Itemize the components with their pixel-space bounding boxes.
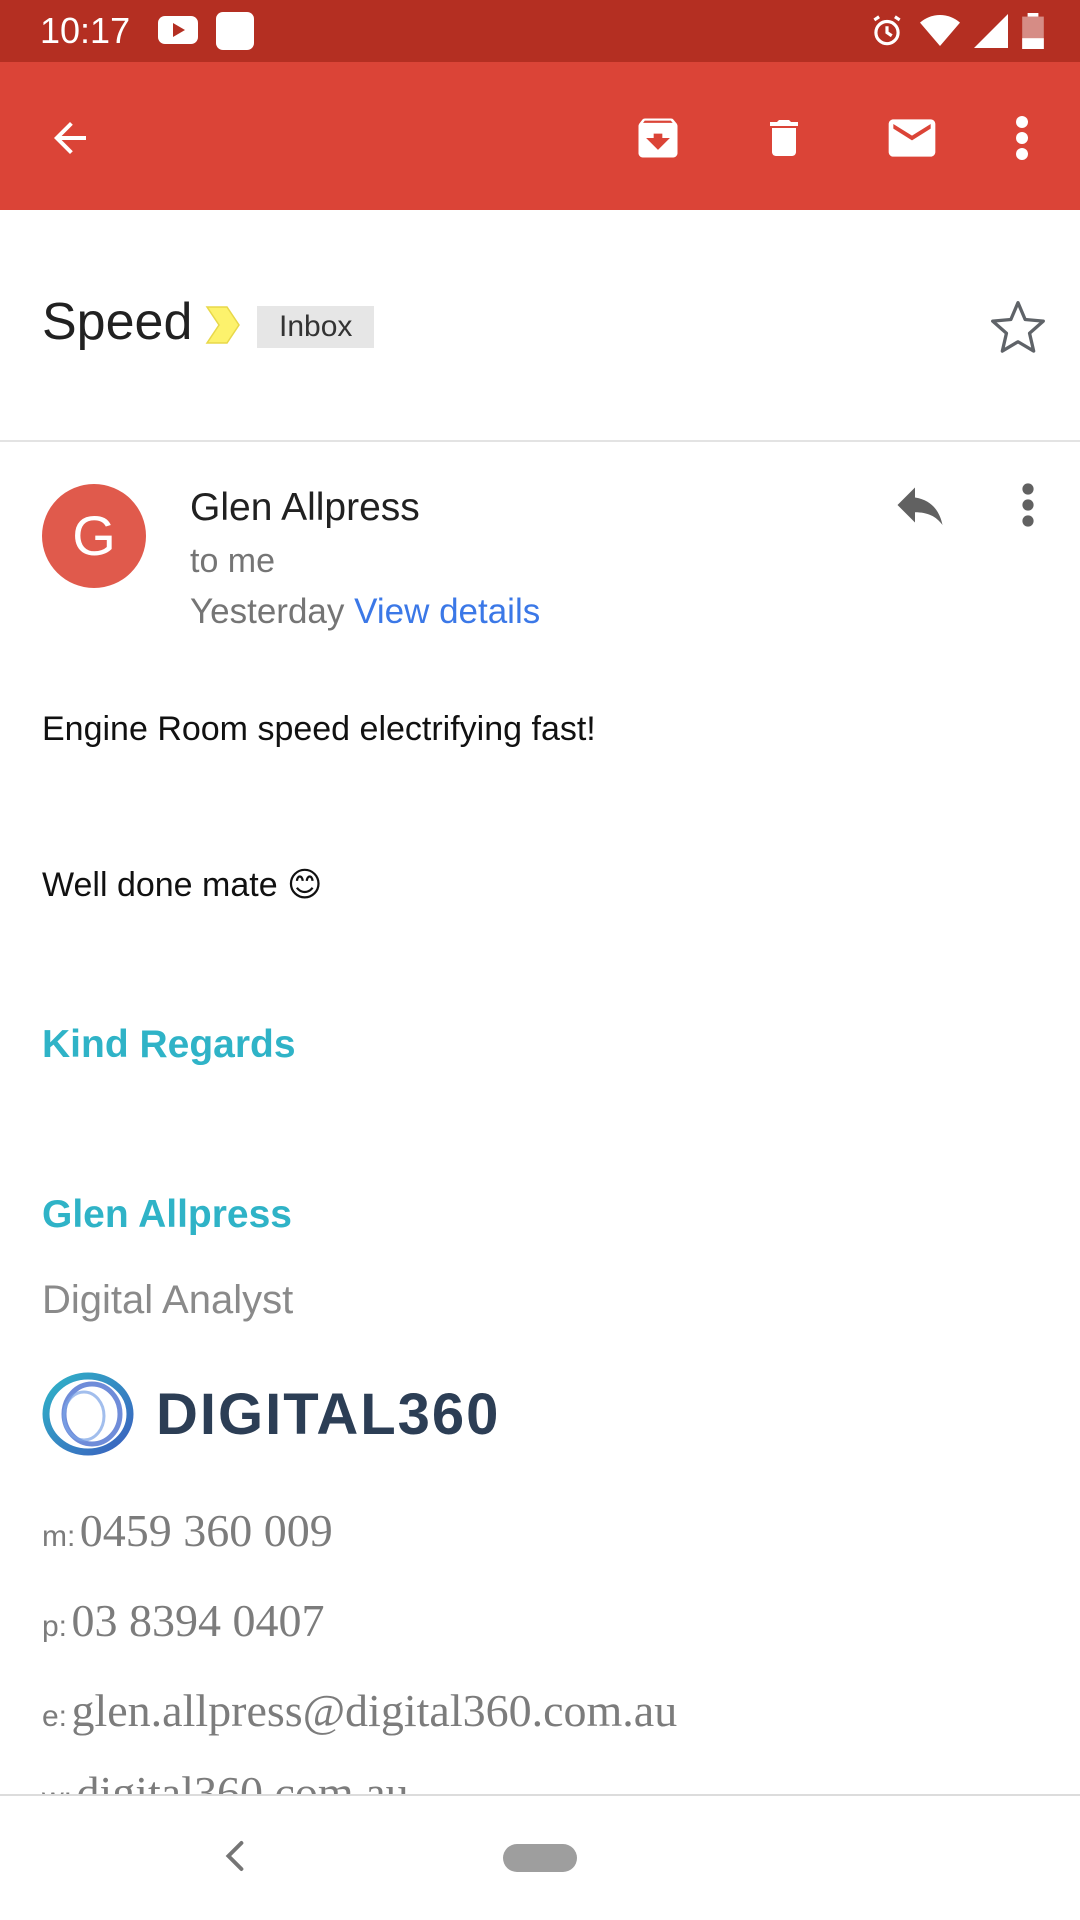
more-vert-icon	[1016, 116, 1028, 160]
email-date-line: Yesterday View details	[190, 592, 540, 632]
contact-email: e: glen.allpress@digital360.com.au	[42, 1684, 677, 1737]
digital360-logo-mark-icon	[42, 1372, 134, 1456]
nav-home-pill[interactable]	[503, 1844, 577, 1872]
message-more-button[interactable]	[1010, 475, 1046, 541]
archive-icon	[638, 118, 678, 158]
body-line-1: Engine Room speed electrifying fast!	[42, 710, 596, 748]
star-button[interactable]	[985, 295, 1051, 361]
contact-label: e:	[42, 1700, 68, 1733]
contact-value[interactable]: 0459 360 009	[80, 1505, 333, 1556]
view-details-link[interactable]: View details	[354, 592, 540, 631]
sender-avatar[interactable]: G	[42, 484, 146, 588]
signature-title: Digital Analyst	[42, 1278, 294, 1322]
app-bar	[0, 62, 1080, 210]
star-outline-icon	[991, 301, 1045, 353]
contact-label: m:	[42, 1520, 76, 1553]
label-chip-inbox: Inbox	[257, 306, 375, 348]
importance-marker-icon[interactable]	[205, 305, 241, 345]
system-nav-bar	[0, 1796, 1080, 1920]
trash-icon	[770, 120, 798, 156]
app-notification-icon	[216, 12, 254, 50]
recipient-summary: to me	[190, 542, 276, 580]
contact-mobile: m: 0459 360 009	[42, 1504, 333, 1557]
overflow-menu-button[interactable]	[986, 102, 1058, 174]
mail-icon	[888, 119, 936, 157]
sender-name: Glen Allpress	[190, 486, 420, 529]
youtube-notification-icon	[158, 16, 198, 44]
alarm-icon	[873, 15, 901, 46]
email-subject: Speed	[42, 293, 193, 351]
chevron-left-icon	[225, 1841, 244, 1871]
delete-button[interactable]	[748, 102, 820, 174]
divider	[0, 440, 1080, 442]
body-line-2: Well done mate 😊	[42, 866, 323, 904]
status-time: 10:17	[40, 10, 131, 51]
contact-value[interactable]: 03 8394 0407	[71, 1595, 324, 1646]
reply-icon	[897, 487, 943, 525]
contact-value[interactable]: glen.allpress@digital360.com.au	[71, 1685, 677, 1736]
contact-label: p:	[42, 1610, 68, 1643]
signal-icon	[974, 14, 1008, 48]
archive-button[interactable]	[622, 102, 694, 174]
email-date: Yesterday	[190, 592, 345, 631]
arrow-back-icon	[54, 122, 86, 154]
logo-text: DIGITAL360	[156, 1381, 501, 1447]
mark-unread-button[interactable]	[876, 102, 948, 174]
status-bar: 10:17	[0, 0, 1080, 62]
more-vert-icon	[1022, 483, 1034, 527]
back-button[interactable]	[34, 102, 106, 174]
signature-name: Glen Allpress	[42, 1193, 292, 1236]
nav-back-button[interactable]	[210, 1830, 262, 1882]
company-logo: DIGITAL360	[42, 1372, 500, 1456]
contact-phone: p: 03 8394 0407	[42, 1594, 324, 1647]
status-icons	[868, 12, 1044, 50]
wifi-icon	[920, 15, 960, 46]
reply-button[interactable]	[890, 475, 956, 541]
sign-off: Kind Regards	[42, 1023, 296, 1066]
battery-icon	[1022, 13, 1044, 49]
